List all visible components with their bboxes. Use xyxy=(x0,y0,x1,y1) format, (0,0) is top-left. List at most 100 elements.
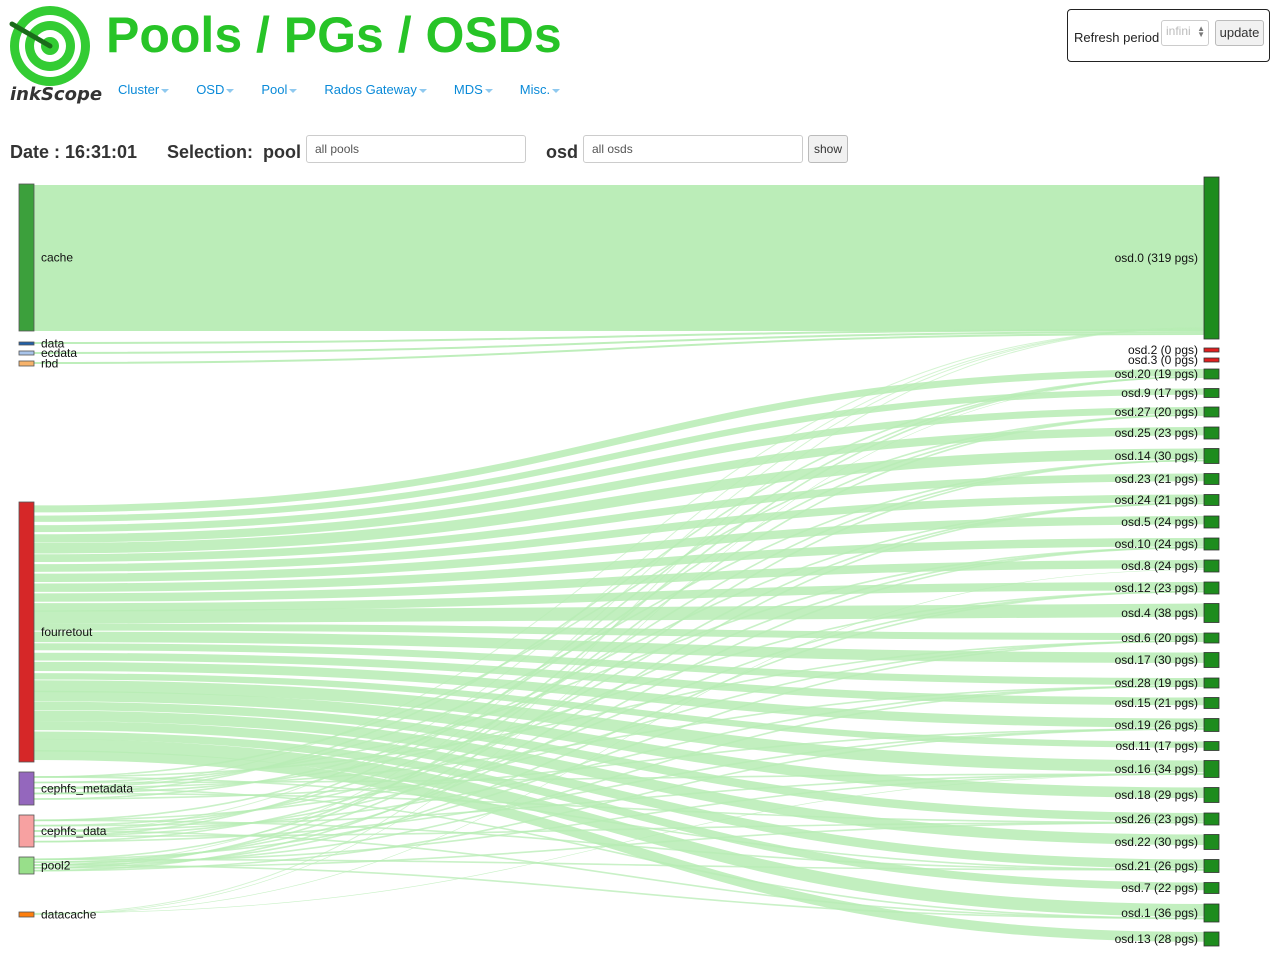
show-button[interactable]: show xyxy=(808,135,848,163)
refresh-period-label: Refresh period xyxy=(1074,30,1160,45)
nav-mds[interactable]: MDS xyxy=(454,82,493,97)
caret-down-icon xyxy=(226,88,235,93)
osd-node[interactable] xyxy=(1203,931,1220,947)
spinner-arrows-icon[interactable]: ▲ ▼ xyxy=(1197,25,1205,39)
osd-node[interactable] xyxy=(1203,760,1220,778)
osd-label: osd.7 (22 pgs) xyxy=(1121,881,1198,895)
osd-label: osd.22 (30 pgs) xyxy=(1115,835,1198,849)
nav-pool-label: Pool xyxy=(261,82,288,97)
nav-mds-label: MDS xyxy=(453,82,483,97)
update-button[interactable]: update xyxy=(1215,20,1264,46)
osd-label: osd.27 (20 pgs) xyxy=(1115,405,1198,419)
osd-node[interactable] xyxy=(1203,176,1220,340)
sankey-links xyxy=(33,184,1205,942)
pool-node-rbd[interactable] xyxy=(18,360,35,367)
osd-node[interactable] xyxy=(1203,812,1220,826)
sankey-link xyxy=(33,603,1205,624)
osd-label: osd.13 (28 pgs) xyxy=(1115,932,1198,946)
osd-node[interactable] xyxy=(1203,426,1220,440)
osd-label: osd.0 (319 pgs) xyxy=(1115,251,1198,265)
nav-misc[interactable]: Misc. xyxy=(519,82,561,97)
osd-node[interactable] xyxy=(1203,603,1220,623)
osd-node[interactable] xyxy=(1203,581,1220,595)
osd-node[interactable] xyxy=(1203,357,1220,363)
osd-node[interactable] xyxy=(1203,559,1220,573)
osd-node[interactable] xyxy=(1203,632,1220,644)
nav-rados-gateway-label: Rados Gateway xyxy=(324,82,417,97)
osd-label: osd.20 (19 pgs) xyxy=(1115,367,1198,381)
pool-osd-sankey: cachedataecdatarbdfourretoutcephfs_metad… xyxy=(18,176,1220,947)
caret-down-icon xyxy=(161,88,170,93)
osd-label: osd.6 (20 pgs) xyxy=(1121,631,1198,645)
osd-label: osd.16 (34 pgs) xyxy=(1115,762,1198,776)
nav-cluster[interactable]: Cluster xyxy=(118,82,170,97)
pool-label: rbd xyxy=(41,357,58,371)
osd-node[interactable] xyxy=(1203,388,1220,398)
osd-node[interactable] xyxy=(1203,652,1220,668)
main-nav: Cluster OSD Pool Rados Gateway MDS Misc. xyxy=(118,82,587,97)
caret-down-icon xyxy=(552,88,561,93)
pool-node-data[interactable] xyxy=(18,341,35,346)
pool-node-cache[interactable] xyxy=(18,183,35,332)
page-title: Pools / PGs / OSDs xyxy=(106,7,562,63)
osd-label: osd.3 (0 pgs) xyxy=(1128,353,1198,367)
pool-label: pool2 xyxy=(41,859,71,873)
osd-node[interactable] xyxy=(1203,448,1220,464)
osd-node[interactable] xyxy=(1203,903,1220,923)
refresh-panel: Refresh period infini ▲ ▼ update xyxy=(1067,9,1270,62)
osd-node[interactable] xyxy=(1203,859,1220,873)
osd-label: osd.18 (29 pgs) xyxy=(1115,788,1198,802)
selection-pool-label: Selection: pool xyxy=(167,142,302,162)
nav-rados-gateway[interactable]: Rados Gateway xyxy=(324,82,427,97)
osd-node[interactable] xyxy=(1203,834,1220,850)
osd-node[interactable] xyxy=(1203,347,1220,353)
osd-node[interactable] xyxy=(1203,697,1220,709)
refresh-period-value: infini xyxy=(1166,24,1191,38)
osd-label: osd.8 (24 pgs) xyxy=(1121,559,1198,573)
caret-down-icon xyxy=(484,88,493,93)
nav-pool[interactable]: Pool xyxy=(261,82,298,97)
osd-filter-input[interactable]: all osds xyxy=(583,135,803,163)
pool-node-fourretout[interactable] xyxy=(18,501,35,763)
osd-node[interactable] xyxy=(1203,473,1220,485)
osd-node[interactable] xyxy=(1203,718,1220,732)
osd-filter-label: osd xyxy=(546,142,579,162)
osd-label: osd.24 (21 pgs) xyxy=(1115,493,1198,507)
pool-label: cache xyxy=(41,251,73,265)
pool-node-cephfs_data[interactable] xyxy=(18,814,35,848)
osd-node[interactable] xyxy=(1203,677,1220,689)
nav-osd[interactable]: OSD xyxy=(196,82,235,97)
osd-label: osd.4 (38 pgs) xyxy=(1121,606,1198,620)
caret-down-icon xyxy=(418,88,427,93)
osd-node[interactable] xyxy=(1203,882,1220,894)
nav-cluster-label: Cluster xyxy=(118,82,160,97)
osd-label: osd.23 (21 pgs) xyxy=(1115,472,1198,486)
osd-label: osd.19 (26 pgs) xyxy=(1115,718,1198,732)
osd-label: osd.17 (30 pgs) xyxy=(1115,653,1198,667)
osd-label: osd.26 (23 pgs) xyxy=(1115,812,1198,826)
osd-label: osd.10 (24 pgs) xyxy=(1115,537,1198,551)
osd-node[interactable] xyxy=(1203,406,1220,418)
pool-node-pool2[interactable] xyxy=(18,856,35,875)
osd-label: osd.14 (30 pgs) xyxy=(1115,449,1198,463)
osd-node[interactable] xyxy=(1203,368,1220,380)
osd-label: osd.25 (23 pgs) xyxy=(1115,426,1198,440)
osd-label: osd.12 (23 pgs) xyxy=(1115,581,1198,595)
nav-misc-label: Misc. xyxy=(519,82,551,97)
pool-node-cephfs_metadata[interactable] xyxy=(18,771,35,806)
refresh-period-input[interactable]: infini ▲ ▼ xyxy=(1161,20,1209,46)
osd-label: osd.28 (19 pgs) xyxy=(1115,676,1198,690)
osd-node[interactable] xyxy=(1203,515,1220,529)
osd-node[interactable] xyxy=(1203,787,1220,803)
logo-wordmark: inkScope xyxy=(10,84,103,105)
pool-filter-input[interactable]: all pools xyxy=(306,135,526,163)
osd-node[interactable] xyxy=(1203,537,1220,551)
nav-osd-label: OSD xyxy=(196,82,225,97)
osd-node[interactable] xyxy=(1203,741,1220,751)
osd-node[interactable] xyxy=(1203,494,1220,506)
pool-node-datacache[interactable] xyxy=(18,911,35,918)
pool-label: datacache xyxy=(41,908,97,922)
pool-label: cephfs_data xyxy=(41,824,107,838)
pool-node-ecdata[interactable] xyxy=(18,350,35,356)
osd-label: osd.5 (24 pgs) xyxy=(1121,515,1198,529)
